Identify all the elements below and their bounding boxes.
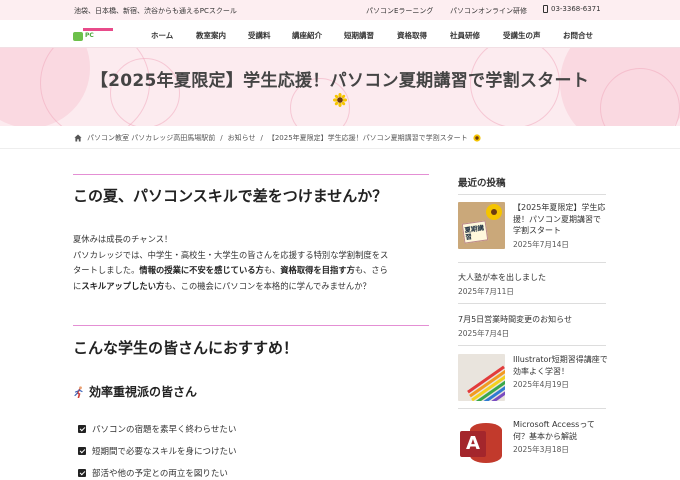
- post-date: 2025年4月19日: [513, 380, 569, 389]
- sunflower-icon: [333, 93, 347, 107]
- breadcrumb-separator: /: [220, 134, 223, 142]
- intro-bold: 資格取得を目指す方: [280, 265, 355, 276]
- heading-3-text: 効率重視派の皆さん: [89, 385, 198, 399]
- post-title[interactable]: Illustrator短期習得講座で効率よく学習！: [513, 354, 608, 377]
- phone-icon: [543, 5, 548, 13]
- intro-line: タートしました。情報の授業に不安を感じている方も、資格取得を目指す方も、さら: [73, 263, 429, 279]
- nav-corporate-training[interactable]: 社員研修: [450, 30, 480, 41]
- post-title[interactable]: 7月5日営業時間変更のお知らせ: [458, 314, 608, 326]
- elearning-link[interactable]: パソコンEラーニング: [366, 6, 433, 16]
- breadcrumb-current: 【2025年夏限定】学生応援！パソコン夏期講習で学割スタート: [267, 134, 468, 142]
- recent-post[interactable]: A Microsoft Accessって何？基本から解説 2025年3月18日: [458, 419, 608, 469]
- post-title[interactable]: 【2025年夏限定】学生応援！パソコン夏期講習で学割スタート: [513, 202, 608, 237]
- list-item: パソコンの宿題を素早く終わらせたい: [78, 418, 237, 440]
- list-item-text: 短期間で必要なスキルを身につけたい: [92, 447, 237, 457]
- intro-text: も、: [263, 265, 281, 276]
- recent-post[interactable]: 大人塾が本を出しました 2025年7月11日: [458, 272, 608, 297]
- nav-testimonials[interactable]: 受講生の声: [503, 30, 541, 41]
- access-logo-icon: A: [460, 431, 486, 457]
- sidebar-title: 最近の投稿: [458, 178, 506, 189]
- page-title: 【2025年夏限定】学生応援！パソコン夏期講習で学割スタート: [90, 71, 590, 91]
- intro-text: も、さら: [354, 265, 388, 276]
- article-heading-1: この夏、パソコンスキルで差をつけませんか？: [73, 174, 429, 206]
- top-bar: 池袋、日本橋、新宿、渋谷からも通えるPCスクール パソコンEラーニング パソコン…: [0, 0, 680, 20]
- intro-text: も、この機会にパソコンを本格的に学んでみませんか？: [164, 281, 371, 292]
- logo-text: PC: [85, 32, 94, 39]
- intro-line: にスキルアップしたい方も、この機会にパソコンを本格的に学んでみませんか？: [73, 279, 429, 295]
- intro-text: タートしました。: [73, 265, 140, 276]
- recent-post[interactable]: 夏期講習 【2025年夏限定】学生応援！パソコン夏期講習で学割スタート 2025…: [458, 202, 608, 258]
- recent-post[interactable]: 7月5日営業時間変更のお知らせ 2025年7月4日: [458, 314, 608, 339]
- post-date: 2025年3月18日: [513, 445, 569, 454]
- phone-number: 03-3368-6371: [551, 5, 601, 13]
- sidebar-divider: [458, 303, 606, 304]
- nav-fees[interactable]: 受講料: [248, 30, 271, 41]
- content-divider: [0, 148, 680, 149]
- sunflower-center: [491, 209, 497, 215]
- article-heading-3: 効率重視派の皆さん: [73, 383, 197, 400]
- checkbox-icon: [78, 425, 86, 433]
- sidebar-divider: [458, 262, 606, 263]
- post-date: 2025年7月11日: [458, 286, 514, 296]
- runner-icon: [74, 385, 83, 398]
- nav-home[interactable]: ホーム: [151, 30, 173, 41]
- list-item-text: パソコンの宿題を素早く終わらせたい: [92, 425, 237, 435]
- recent-post[interactable]: Illustrator短期習得講座で効率よく学習！ 2025年4月19日: [458, 354, 608, 404]
- breadcrumb-separator: /: [260, 134, 263, 142]
- intro-bold: スキルアップしたい方: [81, 281, 165, 292]
- nav-contact[interactable]: お問合せ: [563, 30, 593, 41]
- nav-courses[interactable]: 講座紹介: [292, 30, 322, 41]
- phone-link[interactable]: 03-3368-6371: [543, 5, 601, 13]
- sidebar-divider: [458, 345, 606, 346]
- post-thumbnail[interactable]: A: [458, 419, 505, 466]
- intro-line: 夏休みは成長のチャンス！: [73, 234, 173, 244]
- intro-line: パソカレッジでは、中学生・高校生・大学生の皆さんを応援する特別な学割制度をス: [73, 249, 389, 260]
- nav-classroom[interactable]: 教室案内: [196, 30, 226, 41]
- post-thumbnail[interactable]: 夏期講習: [458, 202, 505, 249]
- site-tagline: 池袋、日本橋、新宿、渋谷からも通えるPCスクール: [74, 7, 237, 15]
- logo-mark: [73, 32, 83, 41]
- intro-bold: 情報の授業に不安を感じている方: [139, 265, 264, 276]
- main-navbar: PC ホーム 教室案内 受講料 講座紹介 短期講習 資格取得 社員研修 受講生の…: [0, 20, 680, 48]
- online-training-link[interactable]: パソコンオンライン研修: [450, 6, 527, 16]
- post-title[interactable]: Microsoft Accessって何？基本から解説: [513, 419, 608, 442]
- breadcrumb: パソコン教室 パソカレッジ高田馬場駅前 / お知らせ / 【2025年夏限定】学…: [74, 133, 481, 143]
- post-date: 2025年7月4日: [458, 328, 510, 338]
- sidebar-divider: [458, 408, 606, 409]
- post-title[interactable]: 大人塾が本を出しました: [458, 272, 608, 284]
- nav-certification[interactable]: 資格取得: [397, 30, 427, 41]
- list-item: 短期間で必要なスキルを身につけたい: [78, 440, 237, 462]
- sidebar-divider: [458, 194, 606, 195]
- checkbox-icon: [78, 447, 86, 455]
- post-date: 2025年7月14日: [513, 239, 569, 249]
- nav-short-courses[interactable]: 短期講習: [344, 30, 374, 41]
- checklist: パソコンの宿題を素早く終わらせたい 短期間で必要なスキルを身につけたい 部活や他…: [78, 418, 237, 480]
- logo-bar: [83, 28, 113, 31]
- sunflower-icon: [473, 134, 481, 142]
- page-hero: 【2025年夏限定】学生応援！パソコン夏期講習で学割スタート: [0, 48, 680, 126]
- home-icon: [74, 134, 82, 142]
- post-thumbnail[interactable]: [458, 354, 505, 401]
- list-item-text: 部活や他の予定との両立を図りたい: [92, 469, 228, 479]
- article-heading-2: こんな学生の皆さんにおすすめ！: [73, 325, 429, 358]
- list-item: 部活や他の予定との両立を図りたい: [78, 462, 237, 480]
- breadcrumb-home[interactable]: パソコン教室 パソカレッジ高田馬場駅前: [87, 133, 215, 143]
- checkbox-icon: [78, 469, 86, 477]
- breadcrumb-category[interactable]: お知らせ: [228, 133, 256, 143]
- article-intro: 夏休みは成長のチャンス！ パソカレッジでは、中学生・高校生・大学生の皆さんを応援…: [73, 232, 429, 295]
- site-logo[interactable]: PC: [73, 28, 115, 42]
